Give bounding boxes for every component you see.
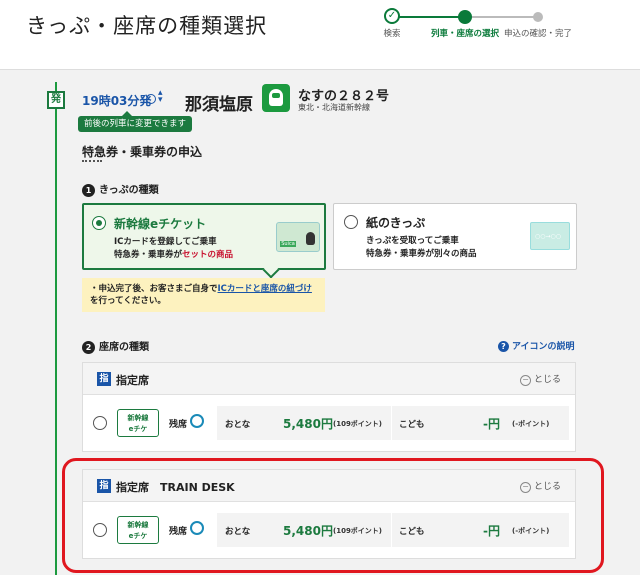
seat-type-heading: 2 座席の種類 (82, 338, 149, 354)
adult-label: おとな (225, 420, 251, 430)
option-title: 新幹線eチケット (114, 217, 207, 231)
step-label: 申込の確認・完了 (503, 29, 572, 39)
option-description: きっぷを受取ってご乗車 特急券・乗車券が別々の商品 (366, 236, 477, 259)
minus-icon: − (519, 375, 531, 386)
page-title: きっぷ・座席の種類選択 (26, 14, 268, 38)
step-confirm: 申込の確認・完了 (503, 8, 573, 40)
child-points: (-ポイント) (512, 420, 550, 428)
eticket-badge: 新幹線 eチケ (117, 409, 159, 437)
route-timeline (55, 82, 57, 575)
train-info: 19時03分発 ▴ ▾ 那須塩原 なすの２８２号 東北・北海道新幹線 (82, 84, 622, 116)
price-box: おとな 5,480円 (109ポイント) こども -円 (-ポイント) (217, 406, 569, 440)
eticket-radio[interactable] (92, 216, 106, 230)
child-label: こども (399, 420, 425, 430)
child-price: -円 (483, 417, 500, 431)
shinkansen-icon (262, 84, 290, 112)
adult-points: (109ポイント) (333, 420, 383, 428)
option-title: 紙のきっぷ (366, 216, 426, 230)
train-line: 東北・北海道新幹線 (298, 103, 370, 112)
paper-ticket-image: ○○→○○ (530, 222, 570, 250)
question-icon: ? (498, 341, 509, 352)
step-label: 検索 (383, 29, 401, 39)
change-train-tooltip: 前後の列車に変更できます (78, 111, 193, 132)
paper-ticket-radio[interactable] (344, 215, 358, 229)
seat-panel-reserved: 指 指定席 − とじる 新幹線 eチケ 残席 おとな 5,480円 (109ポイント… (82, 362, 576, 452)
ic-card-image: Suica (276, 222, 320, 252)
step-select: 列車・座席の選択 (430, 8, 500, 40)
seat-radio[interactable] (93, 416, 107, 430)
highlight-outline (62, 458, 604, 573)
clock-icon[interactable] (146, 94, 156, 104)
departure-station: 那須塩原 (185, 95, 253, 115)
available-circle-icon (190, 414, 204, 428)
seat-name: 指定席 (116, 374, 149, 387)
eticket-option[interactable]: 新幹線eチケット ICカードを登録してご乗車 特急券・乗車券がセットの商品 Su… (82, 203, 326, 270)
panel-body: 新幹線 eチケ 残席 おとな 5,480円 (109ポイント) こども -円 (-… (83, 395, 575, 451)
current-step-dot (458, 10, 472, 24)
step-search: ✓ 検索 (357, 8, 427, 40)
page-header: きっぷ・座席の種類選択 ✓ 検索 列車・座席の選択 申込の確認・完了 (0, 0, 640, 70)
departure-badge: 発 (47, 91, 65, 109)
link-ic-card-notice: ・申込完了後、お客さまご自身でICカードと座席の紐づけを行ってください。 (82, 278, 325, 312)
sort-arrows-icon[interactable]: ▴ ▾ (158, 89, 163, 105)
availability-label: 残席 (169, 420, 188, 430)
number-2-icon: 2 (82, 340, 95, 354)
section-title: 特急券・乗車券の申込 (82, 145, 203, 159)
panel-header: 指 指定席 − とじる (83, 363, 575, 395)
option-description: ICカードを登録してご乗車 特急券・乗車券がセットの商品 (114, 237, 234, 260)
reserved-seat-icon: 指 (97, 372, 111, 386)
ticket-type-heading: 1 きっぷの種類 (82, 181, 159, 197)
number-1-icon: 1 (82, 183, 95, 197)
paper-ticket-option[interactable]: 紙のきっぷ きっぷを受取ってご乗車 特急券・乗車券が別々の商品 ○○→○○ (333, 203, 577, 270)
icon-help-link[interactable]: ? アイコンの説明 (498, 339, 575, 352)
step-label: 列車・座席の選択 (430, 29, 499, 39)
section-underline (82, 160, 102, 162)
departure-time[interactable]: 19時03分発 (82, 92, 151, 109)
collapse-button[interactable]: − とじる (519, 372, 561, 386)
progress-stepper: ✓ 検索 列車・座席の選択 申込の確認・完了 (360, 8, 600, 64)
ic-card-link[interactable]: ICカードと座席の紐づけ (218, 284, 312, 294)
check-icon: ✓ (384, 8, 400, 24)
future-step-dot (533, 12, 543, 22)
adult-price: 5,480円 (283, 417, 333, 431)
